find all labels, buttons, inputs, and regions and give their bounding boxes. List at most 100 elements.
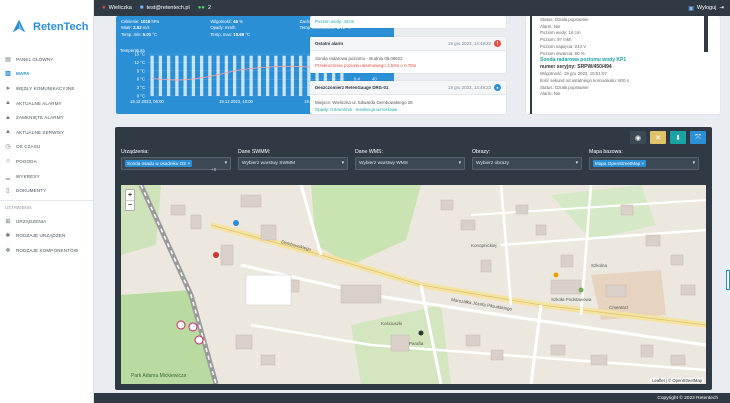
filter-images: Obrazy: Wybierz obrazy ▾ [472, 149, 589, 170]
map-view[interactable]: Park Adama Mickiewicza Dembowskiego Mars… [121, 185, 706, 384]
filter-wms: Dane WMS: Wybierz warstwy WMS ▾ [355, 149, 472, 170]
cloud-bar [158, 55, 163, 96]
select-placeholder: Wybierz obrazy [476, 161, 510, 166]
logout-button[interactable]: ▣ Wyloguj ⇥ [688, 5, 724, 12]
filter-basemap: Mapa bazowa: Mapa OpenStreetMap × ▾ [589, 149, 706, 170]
weather-icon: ☼ [5, 158, 11, 165]
map-icon: ▥ [5, 71, 11, 78]
last-alarm-device: Sonda radarowa poziomu - studnia 06.0862… [315, 56, 403, 61]
user-email[interactable]: ■ test@retentech.pl [140, 5, 190, 11]
zoom-out-button[interactable]: − [126, 200, 134, 210]
sidebar-item-map[interactable]: ▥ MAPA [0, 67, 93, 82]
main-content: Ciśnienie: 1018 hPa Wiatr: 2.52 m/s Temp… [94, 16, 730, 393]
cloud-bar [224, 55, 229, 96]
sensor-title[interactable]: Sonda radarowa poziomu wody KP1 [540, 57, 720, 64]
sensor-line: Poziom napięcia: 244 V [540, 43, 587, 49]
app-name: RetenTech [33, 21, 89, 33]
eye-icon: ◉ [634, 134, 642, 142]
map-toolbar: ◉ ✕ ⬇ ⤧ [630, 131, 706, 144]
app-logo[interactable]: RetenTech [0, 0, 93, 40]
sidebar-item-weather[interactable]: ☼ POGODA [0, 154, 93, 169]
sidebar-item-timeline[interactable]: ◷ OŚ CZASU [0, 140, 93, 155]
dashboard-icon: ▤ [5, 56, 11, 63]
online-users[interactable]: ●● 2 [198, 5, 211, 11]
sensor-line: Ilość sekund od ostatniego komunikatu: 6… [540, 77, 629, 83]
chevron-down-icon: ▾ [224, 161, 227, 166]
swmm-select[interactable]: Wybierz warstwy SWMM ▾ [238, 157, 348, 170]
rain-gauge-card[interactable]: Deszczomierz RetenGauge DRG-01 19 gru 20… [310, 81, 506, 114]
location-label: Wieliczka [108, 5, 132, 11]
tools-button[interactable]: ✕ [650, 131, 666, 144]
sensor-line: Status: Działa poprawnie [540, 84, 589, 90]
gear-icon: ✱ [5, 233, 11, 240]
sidebar-section-settings: USTAWIENIA [0, 199, 93, 214]
sidebar-item-devices[interactable]: ⊞ URZĄDZENIA [0, 214, 93, 229]
basemap-select[interactable]: Mapa OpenStreetMap × ▾ [589, 157, 699, 170]
x-tick: 19.12.2023, 10:00 [219, 99, 253, 104]
images-select[interactable]: Wybierz obrazy ▾ [472, 157, 582, 170]
location-selector[interactable]: ● Wieliczka [102, 5, 132, 11]
drop-icon: ● [494, 84, 501, 91]
y-tick-left: 15 °C [134, 52, 145, 57]
chevron-down-icon: ▾ [692, 161, 695, 166]
sidebar-item-component-types[interactable]: ❖ RODZAJE KOMPONENTÓW [0, 243, 93, 258]
filter-label: Mapa bazowa: [589, 149, 623, 155]
sidebar-item-label: WYKRESY [16, 173, 40, 179]
last-alarm-header: Ostatni alarm 19 gru 2023, 14:49:23! [310, 37, 506, 51]
sidebar-item-active-alarms[interactable]: ▲ AKTUALNE ALARMY [0, 96, 93, 111]
cloud-bar [274, 55, 278, 96]
more-devices-count[interactable]: +8 [211, 167, 216, 172]
sensor-line: Wilgotność: 19 gru 2023, 15:51:07 [540, 71, 607, 77]
map-label-school: Szkoła Podstawowa [551, 297, 592, 302]
sidebar-item-services[interactable]: ▲ AKTUALNE SERWISY [0, 125, 93, 140]
users-count: 2 [207, 5, 211, 11]
map-label-church: Parafia [409, 341, 424, 346]
sidebar-item-closed-alarms[interactable]: ▲ ZAMKNIĘTE ALARMY [0, 110, 93, 125]
sidebar-item-dashboard[interactable]: ▤ PANEL GŁÓWNY [0, 52, 93, 67]
wms-select[interactable]: Wybierz warstwy WMS ▾ [355, 157, 465, 170]
sidebar-item-nodes[interactable]: ➤ WĘZŁY KOMUNIKACYJNE [0, 81, 93, 96]
last-alarm-time: 19 gru 2023, 14:49:23 [448, 41, 491, 46]
map-label-cemetery: Cmentarz [609, 305, 629, 310]
last-alarm-title: Ostatni alarm [315, 41, 344, 46]
rain-gauge-body: Miejsce: Wieliczka ul. Edwarda Dembowski… [310, 95, 506, 114]
x-tick: 19.12.2023, 06:00 [130, 99, 164, 104]
scrollbar[interactable] [704, 16, 708, 52]
water-level-text: Poziom wody: 42cm [315, 19, 355, 24]
top-bar: ● Wieliczka ■ test@retentech.pl ●● 2 ▣ Wylog… [94, 0, 730, 16]
sidebar-item-device-types[interactable]: ✱ RODZAJE URZĄDZEŃ [0, 229, 93, 244]
fullscreen-button[interactable]: ⤧ [690, 131, 706, 144]
sensor-line: Poziom wody: 16 cm [540, 30, 581, 36]
cloud-bar [199, 55, 204, 96]
chevron-down-icon: ▾ [575, 161, 578, 166]
map-filters: Urządzenia: Sonda osadu w osadniku OS × ▾… [121, 149, 706, 170]
download-button[interactable]: ⬇ [670, 131, 686, 144]
cloud-bar [232, 55, 237, 96]
basemap-chip[interactable]: Mapa OpenStreetMap × [593, 160, 647, 167]
filter-label: Dane WMS: [355, 149, 383, 155]
last-alarm-card[interactable]: Ostatni alarm 19 gru 2023, 14:49:23! Son… [310, 37, 506, 73]
fullscreen-icon: ⤧ [695, 133, 701, 141]
select-placeholder: Wybierz warstwy SWMM [242, 161, 295, 166]
sidebar-item-label: MAPA [16, 71, 30, 77]
history-icon: ◷ [5, 144, 11, 151]
copyright-text: Copyright © 2023 Retentech [657, 395, 718, 401]
timeline-bar [530, 16, 532, 114]
lock-icon: ▣ [688, 5, 694, 12]
document-icon: ▯ [6, 188, 10, 195]
rain-gauge-time: 19 gru 2023, 14:49:23 [448, 85, 491, 90]
view-toggle-button[interactable]: ◉ [630, 131, 646, 144]
side-tab[interactable] [726, 270, 730, 290]
select-placeholder: Wybierz warstwy WMS [359, 161, 408, 166]
map-canvas[interactable]: Park Adama Mickiewicza Dembowskiego Mars… [121, 185, 706, 384]
sidebar-item-label: OŚ CZASU [16, 144, 41, 150]
map-attribution[interactable]: Leaflet | © OpenStreetMap [650, 378, 704, 383]
zoom-in-button[interactable]: + [126, 190, 134, 200]
sidebar-item-label: URZĄDZENIA [16, 218, 47, 224]
send-icon: ➤ [5, 85, 11, 92]
rain-gauge-header: Deszczomierz RetenGauge DRG-01 19 gru 20… [310, 81, 506, 95]
device-chip[interactable]: Sonda osadu w osadniku OS × [125, 160, 193, 167]
sidebar-item-charts[interactable]: ▁ WYKRESY [0, 169, 93, 184]
cloud-bar [191, 55, 196, 96]
sidebar-item-documents[interactable]: ▯ DOKUMENTY [0, 183, 93, 198]
